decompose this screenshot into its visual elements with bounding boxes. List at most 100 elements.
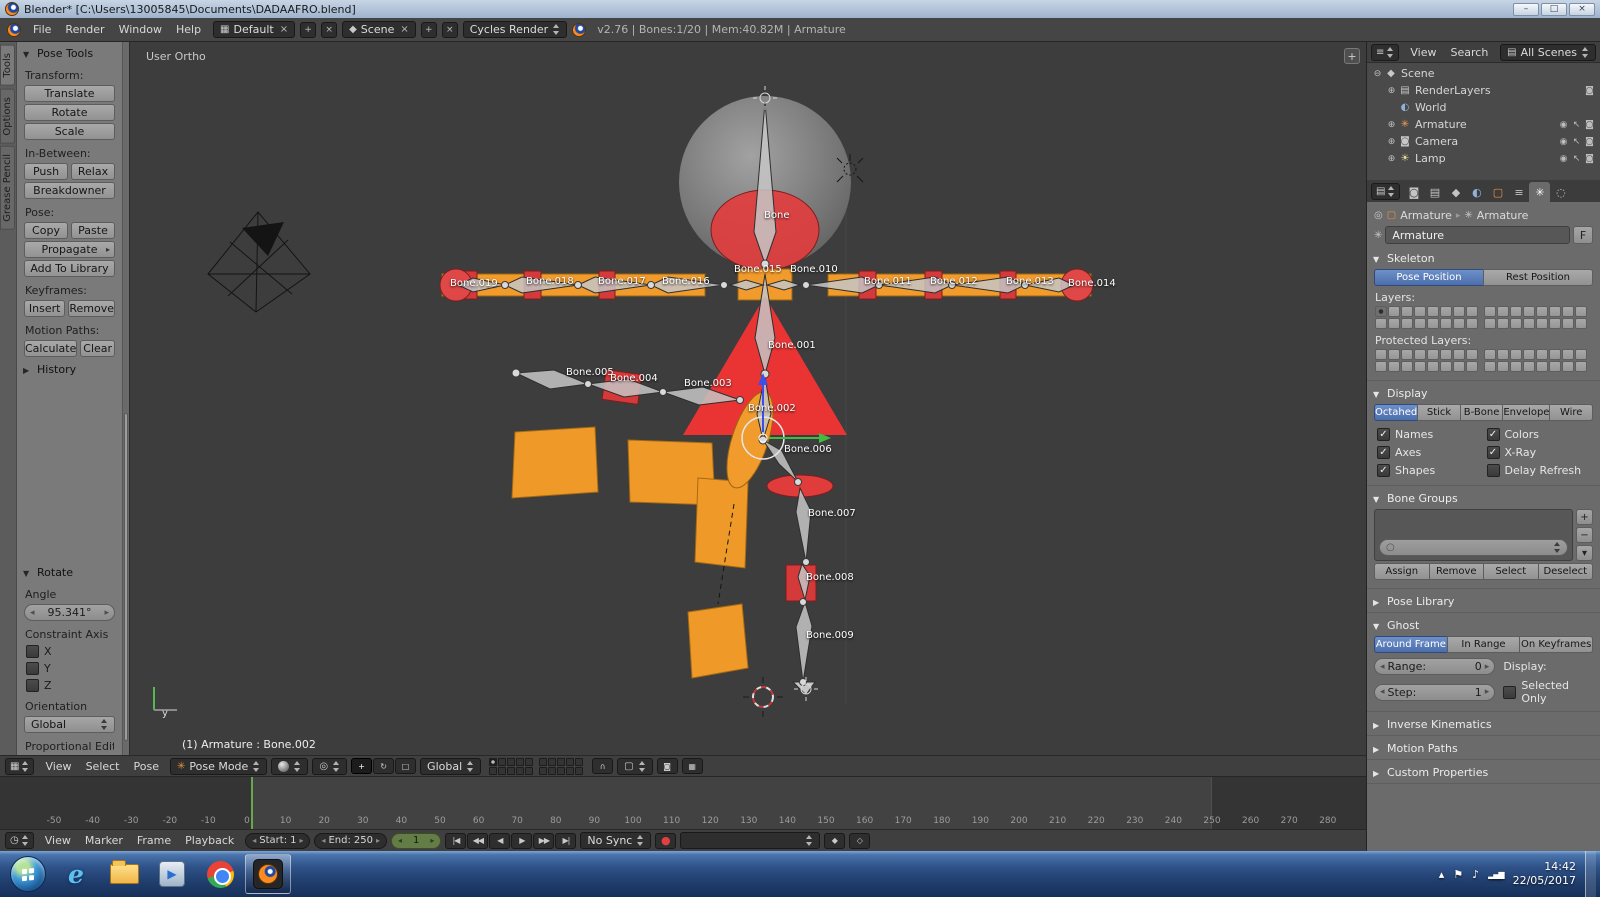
layer-toggle[interactable]: [1466, 349, 1478, 360]
play-button[interactable]: ▶: [511, 832, 533, 849]
screen-layout-selector[interactable]: ▦ Default ×: [213, 21, 296, 38]
checkbox-box[interactable]: ✓: [1486, 428, 1500, 441]
render-toggle-icon[interactable]: ◙: [1583, 137, 1596, 147]
axis-x-checkbox[interactable]: X: [26, 645, 113, 658]
bone-label-bone-015[interactable]: Bone.015: [734, 264, 782, 275]
current-frame-field[interactable]: ◂ 1 ▸: [390, 832, 442, 849]
menu-help[interactable]: Help: [169, 21, 208, 38]
unlink-scene-icon[interactable]: ×: [398, 24, 408, 35]
layer-toggle[interactable]: [1549, 361, 1561, 372]
taskbar-app-media-player[interactable]: ▶: [149, 854, 195, 894]
bone-label-bone-009[interactable]: Bone.009: [806, 630, 854, 641]
hidden-icons-arrow[interactable]: ▴: [1439, 868, 1445, 881]
menu-render[interactable]: Render: [58, 21, 111, 38]
checkbox-axes[interactable]: ✓ Axes: [1377, 446, 1481, 459]
outliner-menu-search[interactable]: Search: [1444, 44, 1496, 61]
tool-shelf-scrollbar[interactable]: [122, 42, 129, 755]
properties-tab-render[interactable]: ◙: [1403, 182, 1424, 202]
layer-toggle[interactable]: [1375, 349, 1387, 360]
bone-label-bone-011[interactable]: Bone.011: [864, 276, 912, 287]
layer-toggle[interactable]: [1440, 306, 1452, 317]
checkbox-box[interactable]: ✓: [1377, 446, 1390, 459]
increase-icon[interactable]: ▸: [1485, 687, 1490, 697]
decrease-icon[interactable]: ◂: [1380, 687, 1385, 697]
push-button[interactable]: Push: [24, 163, 68, 180]
armature-name-field[interactable]: Armature: [1385, 226, 1570, 244]
pose-library-panel-header[interactable]: Pose Library: [1367, 591, 1600, 610]
layer-toggle[interactable]: [1440, 349, 1452, 360]
scrollbar-thumb[interactable]: [124, 412, 128, 741]
layer-toggle[interactable]: [1575, 349, 1587, 360]
checkbox-x-ray[interactable]: ✓ X-Ray: [1486, 446, 1591, 459]
layer-toggle[interactable]: [1484, 349, 1496, 360]
pin-icon[interactable]: ◎: [1374, 210, 1383, 221]
outliner-item-world[interactable]: ◐ World: [1367, 99, 1600, 116]
layer-toggle[interactable]: [1414, 349, 1426, 360]
layer-toggle[interactable]: [1453, 349, 1465, 360]
decrease-icon[interactable]: ◂: [1380, 662, 1385, 672]
layer-toggle[interactable]: [516, 766, 525, 775]
outliner-item-renderlayers[interactable]: ⊕ ▤ RenderLayers ◙: [1367, 82, 1600, 99]
properties-tab-world[interactable]: ◐: [1466, 182, 1487, 202]
breadcrumb-data[interactable]: Armature: [1477, 209, 1529, 222]
camera-object[interactable]: [207, 211, 311, 313]
bone-label-bone-019[interactable]: Bone.019: [450, 278, 498, 289]
outliner-item-lamp[interactable]: ⊕ ☀ Lamp ◉ ↖ ◙: [1367, 150, 1600, 167]
play-reverse-button[interactable]: ◀: [489, 832, 511, 849]
current-frame-line[interactable]: [250, 777, 253, 829]
layer-toggle[interactable]: [1536, 349, 1548, 360]
layer-toggle[interactable]: [1401, 349, 1413, 360]
start-button[interactable]: [10, 856, 46, 892]
display-mode-stick[interactable]: Stick: [1417, 404, 1461, 421]
layer-toggle[interactable]: [557, 766, 566, 775]
layer-toggle[interactable]: [489, 766, 498, 775]
layer-toggle[interactable]: [1549, 318, 1561, 329]
layer-toggle[interactable]: [1562, 349, 1574, 360]
viewport-menu-pose[interactable]: Pose: [127, 758, 166, 775]
layer-toggle[interactable]: [507, 757, 516, 766]
menu-file[interactable]: File: [26, 21, 58, 38]
cursor-3d[interactable]: [743, 677, 783, 717]
layer-toggle[interactable]: [1427, 306, 1439, 317]
layer-toggle[interactable]: [1414, 306, 1426, 317]
layer-toggle[interactable]: [1510, 361, 1522, 372]
network-icon[interactable]: ▂▄▆: [1488, 870, 1505, 879]
display-mode-b-bone[interactable]: B-Bone: [1459, 404, 1504, 421]
layer-toggle[interactable]: [575, 766, 584, 775]
editor-type-button[interactable]: ▦: [5, 757, 35, 775]
clock[interactable]: 14:42 22/05/2017: [1513, 860, 1576, 889]
checkbox-delay-refresh[interactable]: Delay Refresh: [1486, 464, 1591, 477]
layer-toggle[interactable]: [1497, 318, 1509, 329]
checkbox-box[interactable]: [1503, 685, 1517, 699]
propagate-button[interactable]: Propagate ▸: [24, 241, 115, 258]
bone-label-bone-010[interactable]: Bone.010: [790, 264, 838, 275]
checkbox-box[interactable]: [26, 679, 39, 692]
layer-toggle[interactable]: [1523, 349, 1535, 360]
render-toggle-icon[interactable]: ◙: [1583, 154, 1596, 164]
bone-label-bone-017[interactable]: Bone.017: [598, 276, 646, 287]
checkbox-box[interactable]: [26, 645, 39, 658]
orientation-dropdown-redo[interactable]: Global: [24, 716, 115, 733]
decrease-icon[interactable]: ◂: [321, 836, 325, 845]
eye-toggle-icon[interactable]: ◉: [1557, 154, 1570, 164]
bone-label-bone-018[interactable]: Bone.018: [526, 276, 574, 287]
properties-tab-constraints[interactable]: ≡: [1508, 182, 1529, 202]
keying-set-dropdown[interactable]: [680, 832, 821, 849]
layer-toggle[interactable]: [1375, 361, 1387, 372]
properties-tab-scene[interactable]: ◆: [1445, 182, 1466, 202]
layer-toggle[interactable]: [1523, 361, 1535, 372]
layer-toggle[interactable]: [1466, 318, 1478, 329]
bone-label-bone-001[interactable]: Bone.001: [768, 340, 816, 351]
taskbar-app-file-explorer[interactable]: [101, 854, 147, 894]
layer-toggle[interactable]: [1427, 349, 1439, 360]
checkbox-names[interactable]: ✓ Names: [1377, 428, 1481, 441]
ghost-mode-around-frame[interactable]: Around Frame: [1374, 636, 1448, 653]
outliner-item-scene[interactable]: ⊖ ◆ Scene: [1367, 65, 1600, 82]
layer-toggle[interactable]: [539, 766, 548, 775]
bone-groups-panel-header[interactable]: Bone Groups: [1367, 488, 1600, 507]
panel-motion-paths-header[interactable]: Motion Paths: [1367, 738, 1600, 757]
rotate-manipulator-icon[interactable]: ↻: [373, 758, 395, 774]
bone-label-bone[interactable]: Bone: [764, 210, 789, 221]
layer-toggle[interactable]: [1510, 318, 1522, 329]
scene-selector[interactable]: ◆ Scene ×: [342, 21, 416, 38]
